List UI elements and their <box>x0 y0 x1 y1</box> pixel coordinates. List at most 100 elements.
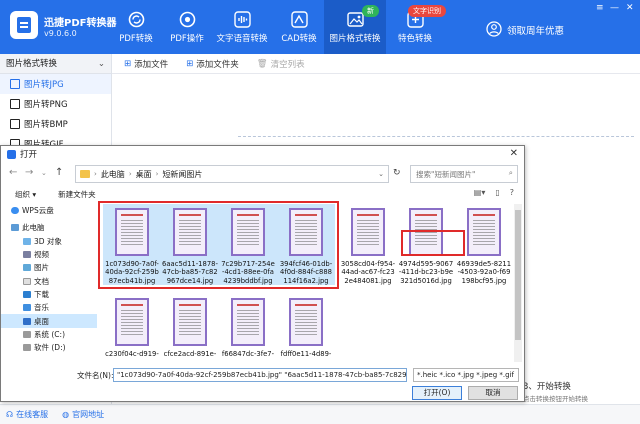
drop-zone-border <box>238 136 634 137</box>
dialog-app-icon <box>7 149 16 159</box>
refresh-icon <box>128 11 145 28</box>
new-folder-button[interactable]: 新建文件夹 <box>58 189 96 200</box>
tree-item-wps-cloud[interactable]: WPS云盘 <box>1 204 97 217</box>
file-item[interactable]: f66847dc-3fe7- <box>219 294 277 358</box>
refresh-icon[interactable]: ↻ <box>393 168 401 178</box>
nav-tab-pdf-convert[interactable]: PDF转换 <box>110 0 162 54</box>
tree-item-3d-objects[interactable]: 3D 对象 <box>1 235 97 248</box>
view-mode-icon[interactable]: ▤▾ <box>474 188 486 197</box>
menu-icon[interactable]: ≡ <box>596 3 604 13</box>
cancel-button[interactable]: 取消 <box>468 386 518 400</box>
add-folder-button[interactable]: ⊞ 添加文件夹 <box>186 58 239 70</box>
online-support-link[interactable]: ☊ 在线客服 <box>6 409 48 420</box>
preview-pane-icon[interactable]: ▯ <box>495 188 499 197</box>
tree-item-music[interactable]: 音乐 <box>1 301 97 314</box>
add-file-button[interactable]: ⊞ 添加文件 <box>124 58 168 70</box>
app-title: 迅捷PDF转换器 <box>44 18 117 29</box>
address-dropdown-icon[interactable]: ⌄ <box>378 170 384 178</box>
tree-item-videos[interactable]: 视频 <box>1 248 97 261</box>
file-name: 7c29b717-254e-4cd1-88ee-0fa4239bddbf.jpg <box>219 260 277 286</box>
breadcrumb-separator: › <box>94 170 97 178</box>
drive-icon <box>23 344 31 352</box>
nav-tab-special-convert[interactable]: 特色转换 文字识别 <box>388 0 446 54</box>
address-bar[interactable]: › 此电脑 › 桌面 › 短新闻图片 ⌄ <box>75 165 389 183</box>
scrollbar-thumb[interactable] <box>515 210 521 340</box>
recent-dropdown-icon[interactable]: ⌄ <box>41 169 47 177</box>
nav-tab-label: CAD转换 <box>281 33 317 44</box>
close-icon[interactable]: ✕ <box>626 3 634 13</box>
file-item[interactable]: 1c073d90-7a0f-40da-92cf-259b87ecb41b.jpg <box>103 204 161 286</box>
image-thumbnail-icon <box>467 208 501 256</box>
file-item[interactable]: 3058cd04-f954-44ad-ac67-fc232e484081.jpg <box>339 204 397 285</box>
app-logo-icon <box>10 11 38 39</box>
search-icon: ⌕ <box>508 168 513 177</box>
file-name: 3058cd04-f954-44ad-ac67-fc232e484081.jpg <box>340 260 396 285</box>
file-item[interactable]: c230f04c-d919- <box>103 294 161 358</box>
folder-search-input[interactable]: 搜索"短新闻图片" ⌕ <box>410 165 518 183</box>
add-file-icon: ⊞ <box>124 58 132 69</box>
image-thumbnail-icon <box>351 208 385 256</box>
tree-item-downloads[interactable]: 下载 <box>1 288 97 301</box>
file-item[interactable]: 7c29b717-254e-4cd1-88ee-0fa4239bddbf.jpg <box>219 204 277 286</box>
sidebar-item-label: 图片转BMP <box>24 120 68 130</box>
breadcrumb-desktop[interactable]: 桌面 <box>136 169 152 180</box>
file-type-select[interactable]: *.heic *.ico *.jpg *.jpeg *.gif <box>413 368 519 382</box>
breadcrumb-this-pc[interactable]: 此电脑 <box>101 169 125 180</box>
file-item[interactable]: 394fcf46-01db-4f0d-884f-c888114f16a2.jpg <box>277 204 335 286</box>
file-grid: 1c073d90-7a0f-40da-92cf-259b87ecb41b.jpg… <box>99 204 514 362</box>
tree-item-pictures[interactable]: 图片 <box>1 261 97 274</box>
filename-input[interactable]: "1c073d90-7a0f-40da-92cf-259b87ecb41b.jp… <box>113 368 407 382</box>
back-arrow-icon[interactable]: ← <box>9 167 17 178</box>
nav-tab-pdf-operate[interactable]: PDF操作 <box>162 0 212 54</box>
tree-item-documents[interactable]: 文档 <box>1 274 97 287</box>
tree-item-label: 此电脑 <box>22 223 45 233</box>
sidebar-item-label: 图片转PNG <box>24 100 68 110</box>
breadcrumb-current-folder[interactable]: 短新闻图片 <box>162 169 202 180</box>
clear-list-button[interactable]: 🗑 清空列表 <box>257 58 305 70</box>
member-offer-button[interactable]: 领取周年优惠 <box>486 21 564 39</box>
file-item[interactable]: 6aac5d11-1878-47cb-ba85-7c82967dce14.jpg <box>161 204 219 286</box>
file-item[interactable]: fdff0e11-4d89- <box>277 294 335 358</box>
sidebar-title[interactable]: 图片格式转换 ⌄ <box>0 54 111 74</box>
file-item[interactable]: 4974d595-9067-411d-bc23-b9e321d5016d.jpg <box>397 204 455 285</box>
tree-item-drive-c[interactable]: 系统 (C:) <box>1 328 97 341</box>
tree-item-label: WPS云盘 <box>22 206 54 216</box>
file-item[interactable]: cfce2acd-891e- <box>161 294 219 358</box>
dialog-close-icon[interactable]: ✕ <box>510 148 518 159</box>
trash-icon: 🗑 <box>256 58 268 69</box>
image-thumbnail-icon <box>231 208 265 256</box>
nav-tab-text-speech[interactable]: 文字语音转换 <box>212 0 272 54</box>
file-item[interactable]: 46939de5-8211-4503-92a0-f69198bcf95.jpg <box>455 204 513 285</box>
sidebar-item-to-jpg[interactable]: 图片转JPG <box>0 74 111 94</box>
website-link[interactable]: ◍ 官网地址 <box>62 409 104 420</box>
help-icon[interactable]: ? <box>510 188 514 197</box>
open-button[interactable]: 打开(O) <box>412 386 462 400</box>
tree-item-drive-d[interactable]: 软件 (D:) <box>1 341 97 354</box>
nav-tab-cad-convert[interactable]: CAD转换 <box>275 0 323 54</box>
up-arrow-icon[interactable]: ↑ <box>55 167 63 178</box>
tree-item-label: 视频 <box>34 250 49 260</box>
drive-icon <box>23 330 31 338</box>
tree-item-this-pc[interactable]: 此电脑 <box>1 221 97 234</box>
cloud-icon <box>11 207 19 215</box>
file-name: 6aac5d11-1878-47cb-ba85-7c82967dce14.jpg <box>161 260 219 286</box>
app-footer: ☊ 在线客服 ◍ 官网地址 <box>0 404 640 424</box>
file-grid-scrollbar[interactable] <box>514 204 522 362</box>
dialog-title-bar: 打开 <box>1 146 524 162</box>
tree-item-label: 系统 (C:) <box>34 329 65 339</box>
audio-wave-icon <box>233 10 251 28</box>
file-thumbnail <box>161 204 219 260</box>
minimize-icon[interactable]: — <box>610 3 619 13</box>
nav-tab-image-format[interactable]: 图片格式转换 新 <box>324 0 386 54</box>
organize-button[interactable]: 组织 ▾ <box>15 189 36 200</box>
sidebar-item-to-png[interactable]: 图片转PNG <box>0 94 111 114</box>
sidebar-title-label: 图片格式转换 <box>6 59 58 69</box>
forward-arrow-icon[interactable]: → <box>25 167 33 178</box>
tree-item-desktop[interactable]: 桌面 <box>1 314 97 328</box>
view-controls: ▤▾ ▯ ? <box>474 188 514 197</box>
music-icon <box>23 304 31 312</box>
file-thumbnail <box>103 294 161 350</box>
image-file-icon <box>10 119 20 129</box>
image-thumbnail-icon <box>231 298 265 346</box>
sidebar-item-to-bmp[interactable]: 图片转BMP <box>0 114 111 134</box>
